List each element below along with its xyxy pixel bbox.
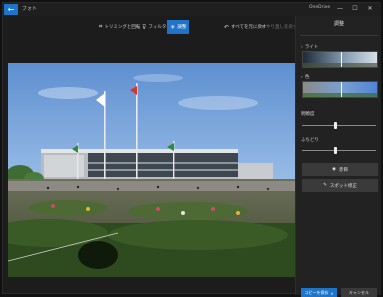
- light-label: ライト: [304, 45, 319, 50]
- photo-canvas[interactable]: [8, 63, 295, 277]
- redeye-button[interactable]: ◉ 赤目: [302, 163, 378, 176]
- clarity-slider-thumb[interactable]: [333, 122, 337, 129]
- edit-toolbar: ⌗ トリミングと回転 ⊽ フィルター ☀ 調整 ↶ すべてを元に戻す ↷ やり直…: [3, 16, 298, 38]
- chevron-right-icon: ›: [301, 74, 303, 80]
- app-title: フォト: [22, 6, 38, 12]
- maximize-icon[interactable]: ☐: [349, 4, 361, 14]
- cancel-button[interactable]: キャンセル: [341, 288, 377, 297]
- adjust-button[interactable]: ☀ 調整: [167, 20, 190, 34]
- save-copy-button[interactable]: コピーを保存 ∨: [301, 288, 337, 297]
- filter-icon: ⊽: [142, 23, 147, 31]
- light-handle[interactable]: [341, 52, 342, 67]
- adjust-label: 調整: [177, 25, 187, 30]
- color-label: 色: [304, 75, 310, 80]
- redo-icon: ↷: [259, 23, 265, 31]
- color-thumbnail-slider[interactable]: [302, 81, 378, 98]
- redo-label: やり直しを戻す: [266, 25, 298, 30]
- crop-rotate-button[interactable]: ⌗ トリミングと回転: [96, 20, 143, 34]
- divider: [300, 35, 378, 36]
- chevron-down-icon[interactable]: ∨: [331, 291, 334, 296]
- vignette-slider-track[interactable]: [302, 150, 376, 151]
- vignette-slider-thumb[interactable]: [333, 147, 337, 154]
- save-copy-label: コピーを保存: [304, 290, 329, 295]
- adjust-panel: 調整 › ライト › 色 明瞭度 ふちどり ◉ 赤目 ✎ スポット修正: [295, 16, 381, 295]
- crop-icon: ⌗: [99, 23, 103, 30]
- vignette-label: ふちどり: [301, 138, 319, 143]
- minimize-icon[interactable]: —: [334, 4, 346, 14]
- sun-icon: ☀: [170, 23, 176, 31]
- color-handle[interactable]: [341, 82, 342, 97]
- photos-app-window: ← フォト OneDrive — ☐ ✕ ⌗ トリミングと回転 ⊽ フィルター …: [2, 2, 381, 297]
- crop-label: トリミングと回転: [104, 25, 141, 30]
- light-thumbnail-slider[interactable]: [302, 51, 378, 68]
- light-section-toggle[interactable]: › ライト: [301, 44, 319, 51]
- undo-icon: ↶: [224, 23, 230, 31]
- back-arrow-icon[interactable]: ←: [4, 4, 18, 15]
- chevron-right-icon: ›: [301, 44, 303, 50]
- clarity-label: 明瞭度: [301, 112, 315, 117]
- clarity-slider-track[interactable]: [302, 125, 376, 126]
- onedrive-label: OneDrive: [309, 5, 331, 10]
- eye-icon: ◉: [332, 167, 336, 172]
- redo-button[interactable]: ↷ やり直しを戻す: [256, 20, 301, 34]
- racecourse-photo: [8, 63, 295, 277]
- spot-fix-button[interactable]: ✎ スポット修正: [302, 179, 378, 192]
- spot-fix-label: スポット修正: [329, 183, 357, 189]
- spot-fix-icon: ✎: [323, 183, 327, 188]
- cancel-label: キャンセル: [349, 290, 369, 295]
- panel-title: 調整: [333, 21, 344, 27]
- redeye-label: 赤目: [338, 167, 348, 173]
- title-bar: ← フォト OneDrive — ☐ ✕: [3, 3, 381, 16]
- color-section-toggle[interactable]: › 色: [301, 74, 310, 81]
- close-icon[interactable]: ✕: [364, 4, 376, 14]
